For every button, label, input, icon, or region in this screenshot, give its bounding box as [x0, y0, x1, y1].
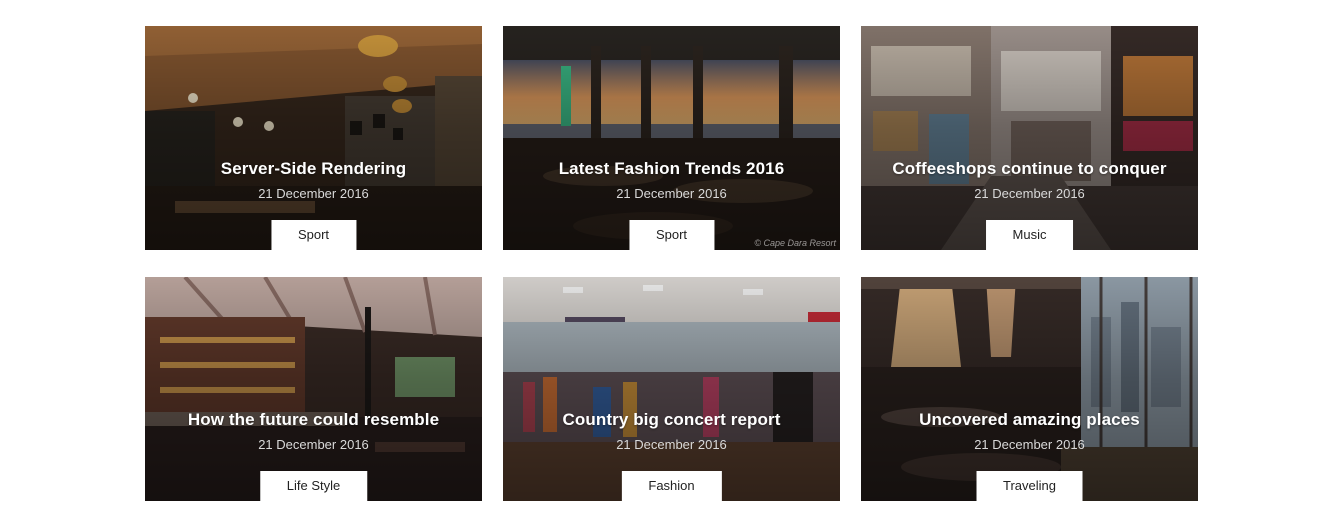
- post-date: 21 December 2016: [616, 437, 727, 452]
- post-title[interactable]: Latest Fashion Trends 2016: [503, 159, 840, 179]
- category-tag[interactable]: Sport: [270, 220, 357, 250]
- post-title[interactable]: Server-Side Rendering: [145, 159, 482, 179]
- post-title[interactable]: Uncovered amazing places: [861, 410, 1198, 430]
- image-overlay: [503, 26, 840, 250]
- post-card[interactable]: Server-Side Rendering 21 December 2016 S…: [145, 26, 482, 250]
- category-tag[interactable]: Sport: [628, 220, 715, 250]
- photo-credit: © Cape Dara Resort: [754, 238, 836, 248]
- image-overlay: [145, 277, 482, 501]
- post-title[interactable]: How the future could resemble: [145, 410, 482, 430]
- image-overlay: [145, 26, 482, 250]
- post-date: 21 December 2016: [974, 186, 1085, 201]
- post-card[interactable]: Country big concert report 21 December 2…: [503, 277, 840, 501]
- post-card[interactable]: How the future could resemble 21 Decembe…: [145, 277, 482, 501]
- category-tag[interactable]: Traveling: [976, 471, 1083, 501]
- post-date: 21 December 2016: [616, 186, 727, 201]
- post-grid: Server-Side Rendering 21 December 2016 S…: [145, 26, 1198, 501]
- category-tag[interactable]: Music: [985, 220, 1074, 250]
- image-overlay: [503, 277, 840, 501]
- post-card[interactable]: Latest Fashion Trends 2016 21 December 2…: [503, 26, 840, 250]
- post-date: 21 December 2016: [258, 437, 369, 452]
- post-title[interactable]: Coffeeshops continue to conquer: [861, 159, 1198, 179]
- post-date: 21 December 2016: [974, 437, 1085, 452]
- category-tag[interactable]: Fashion: [621, 471, 722, 501]
- post-card[interactable]: Uncovered amazing places 21 December 201…: [861, 277, 1198, 501]
- post-title[interactable]: Country big concert report: [503, 410, 840, 430]
- category-tag[interactable]: Life Style: [259, 471, 368, 501]
- post-card[interactable]: Coffeeshops continue to conquer 21 Decem…: [861, 26, 1198, 250]
- image-overlay: [861, 277, 1198, 501]
- image-overlay: [861, 26, 1198, 250]
- post-date: 21 December 2016: [258, 186, 369, 201]
